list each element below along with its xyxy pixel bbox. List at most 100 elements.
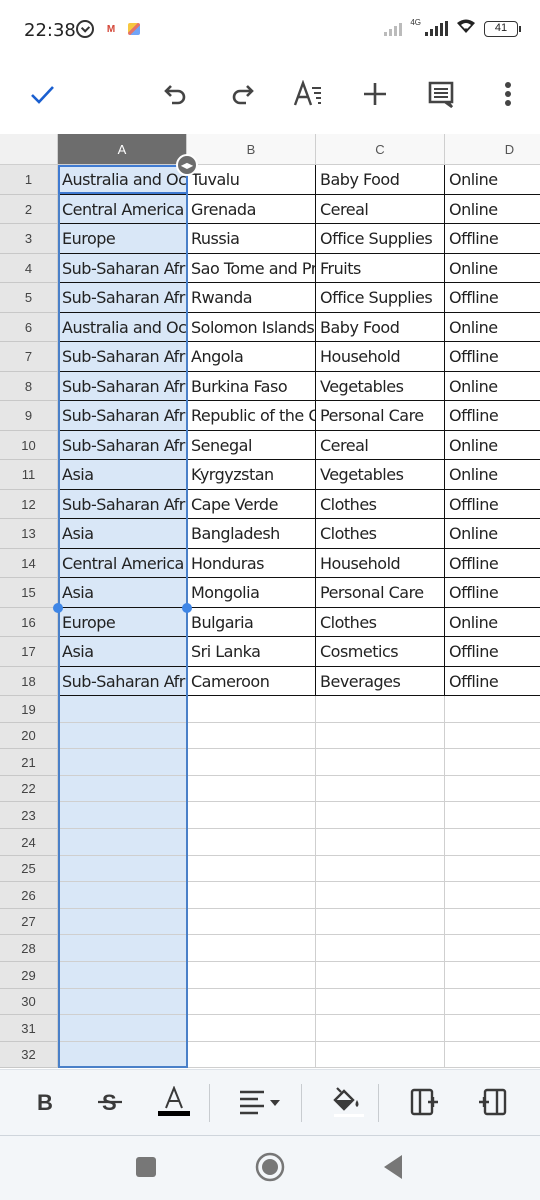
column-header-b[interactable]: B [187,134,316,165]
selection-handle-right[interactable] [182,603,192,613]
cell-d13[interactable]: Online [445,519,540,550]
row-header[interactable]: 13 [0,519,58,549]
cell-a1[interactable]: Australia and Oce [58,165,188,196]
select-all-corner[interactable] [0,134,58,165]
cell-c9[interactable]: Personal Care [316,401,446,432]
spreadsheet-grid[interactable]: A B C D 1 Australia and Oce Tuvalu Baby Food Onl… [0,134,540,1069]
cell-b28[interactable] [187,935,316,962]
cell-c27[interactable] [316,909,445,935]
cell-b12[interactable]: Cape Verde [187,490,317,520]
row-header[interactable]: 17 [0,637,58,667]
cell-c26[interactable] [316,882,445,909]
insert-column-right-button[interactable] [405,1084,445,1124]
cell-c4[interactable]: Fruits [316,254,446,284]
text-color-button[interactable] [155,1084,193,1124]
cell-c31[interactable] [316,1015,445,1042]
cell-c10[interactable]: Cereal [316,431,446,461]
cell-c7[interactable]: Household [316,342,446,373]
row-header[interactable]: 6 [0,313,58,342]
cell-c11[interactable]: Vegetables [316,460,446,491]
cell-c19[interactable] [316,696,445,723]
cell-a28[interactable] [58,935,187,962]
row-header[interactable]: 27 [0,909,58,935]
bold-button[interactable]: B [30,1084,60,1124]
cell-b3[interactable]: Russia [187,224,317,255]
insert-button[interactable] [353,72,397,116]
cell-a22[interactable] [58,776,187,802]
row-header[interactable]: 22 [0,776,58,802]
cell-d31[interactable] [445,1015,540,1042]
cell-d19[interactable] [445,696,540,723]
cell-c28[interactable] [316,935,445,962]
row-header[interactable]: 10 [0,431,58,460]
cell-d29[interactable] [445,962,540,989]
row-header[interactable]: 1 [0,165,58,195]
cell-a24[interactable] [58,829,187,856]
cell-b13[interactable]: Bangladesh [187,519,317,550]
cell-b4[interactable]: Sao Tome and Pri [187,254,317,284]
row-header[interactable]: 2 [0,195,58,224]
cell-a32[interactable] [58,1042,187,1068]
recents-button[interactable] [131,1154,161,1184]
cell-d30[interactable] [445,989,540,1015]
row-header[interactable]: 3 [0,224,58,254]
cell-c6[interactable]: Baby Food [316,313,446,343]
cell-a2[interactable]: Central America a [58,195,188,225]
cell-a19[interactable] [58,696,187,723]
cell-b7[interactable]: Angola [187,342,317,373]
row-header[interactable]: 8 [0,372,58,401]
cell-c8[interactable]: Vegetables [316,372,446,402]
cell-a16[interactable]: Europe [58,608,188,638]
row-header[interactable]: 21 [0,749,58,776]
cell-a29[interactable] [58,962,187,989]
cell-b26[interactable] [187,882,316,909]
done-button[interactable] [20,72,64,116]
cell-d17[interactable]: Offline [445,637,540,668]
cell-a3[interactable]: Europe [58,224,188,255]
cell-d24[interactable] [445,829,540,856]
row-header[interactable]: 31 [0,1015,58,1042]
cell-c14[interactable]: Household [316,549,446,579]
cell-a27[interactable] [58,909,187,935]
redo-button[interactable] [220,72,264,116]
cell-c20[interactable] [316,723,445,749]
cell-d27[interactable] [445,909,540,935]
cell-a26[interactable] [58,882,187,909]
cell-d2[interactable]: Online [445,195,540,225]
back-button[interactable] [378,1154,408,1184]
cell-d32[interactable] [445,1042,540,1068]
cell-b30[interactable] [187,989,316,1015]
cell-c13[interactable]: Clothes [316,519,446,550]
cell-a7[interactable]: Sub-Saharan Afric [58,342,188,373]
cell-c24[interactable] [316,829,445,856]
row-header[interactable]: 24 [0,829,58,856]
text-format-button[interactable] [286,72,330,116]
cell-b15[interactable]: Mongolia [187,578,317,609]
cell-d10[interactable]: Online [445,431,540,461]
cell-d22[interactable] [445,776,540,802]
cell-b24[interactable] [187,829,316,856]
cell-d6[interactable]: Online [445,313,540,343]
cell-b29[interactable] [187,962,316,989]
cell-d9[interactable]: Offline [445,401,540,432]
column-resize-handle[interactable]: ◀▶ [176,154,198,176]
cell-a23[interactable] [58,802,187,829]
cell-c32[interactable] [316,1042,445,1068]
cell-a9[interactable]: Sub-Saharan Afric [58,401,188,432]
cell-a8[interactable]: Sub-Saharan Afric [58,372,188,402]
selection-handle-left[interactable] [53,603,63,613]
strikethrough-button[interactable]: S [93,1084,127,1124]
cell-b1[interactable]: Tuvalu [187,165,317,196]
cell-a20[interactable] [58,723,187,749]
cell-b2[interactable]: Grenada [187,195,317,225]
insert-column-left-button[interactable] [472,1084,512,1124]
row-header[interactable]: 5 [0,283,58,313]
cell-a21[interactable] [58,749,187,776]
cell-a14[interactable]: Central America a [58,549,188,579]
more-options-button[interactable] [486,72,530,116]
cell-a31[interactable] [58,1015,187,1042]
row-header[interactable]: 26 [0,882,58,909]
column-header-c[interactable]: C [316,134,445,165]
cell-b6[interactable]: Solomon Islands [187,313,317,343]
row-header[interactable]: 19 [0,696,58,723]
